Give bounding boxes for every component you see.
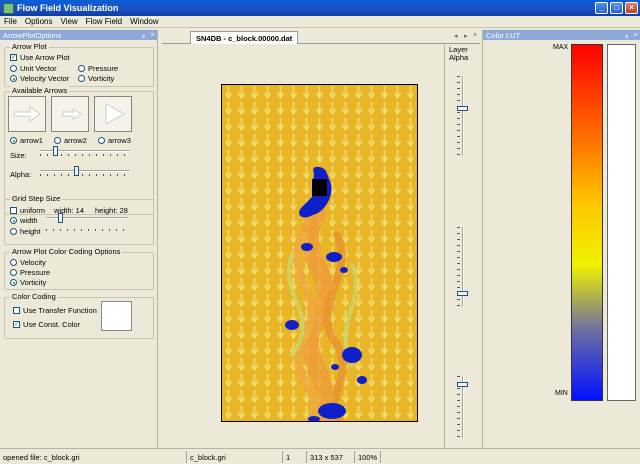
- radio-height[interactable]: height: [10, 227, 40, 236]
- panel-header: ArrowPlotOptions ᵩ ×: [0, 30, 157, 40]
- size-slider[interactable]: [40, 146, 130, 158]
- layer-alpha-slider-1[interactable]: [457, 76, 469, 156]
- visualization-canvas-area: [162, 44, 442, 448]
- status-message: opened file: c_block.gri: [3, 452, 80, 462]
- use-transfer-function-checkbox[interactable]: Use Transfer Function: [13, 306, 97, 315]
- flow-field-view[interactable]: [221, 84, 418, 422]
- close-icon[interactable]: ×: [148, 32, 157, 39]
- pin-icon[interactable]: ᵩ: [139, 32, 148, 39]
- panel-title: Color LUT: [486, 30, 521, 40]
- layer-alpha-panel: Layer Alpha: [444, 44, 480, 448]
- app-icon: [3, 2, 14, 14]
- status-index: 1: [282, 451, 290, 463]
- radio-color-pressure[interactable]: Pressure: [10, 268, 50, 277]
- arrow3-preview[interactable]: [94, 96, 132, 132]
- menu-options[interactable]: Options: [25, 17, 53, 26]
- menu-bar: File Options View Flow Field Window: [0, 16, 640, 28]
- menu-file[interactable]: File: [4, 17, 17, 26]
- status-dimensions: 313 x 537: [306, 451, 343, 463]
- radio-pressure[interactable]: Pressure: [78, 64, 118, 73]
- flow-field-render: [222, 85, 417, 421]
- panel-title: ArrowPlotOptions: [3, 30, 62, 40]
- radio-velocity-vector[interactable]: Velocity Vector: [10, 74, 69, 83]
- radio-arrow3[interactable]: arrow3: [98, 136, 131, 145]
- panel-header: Color LUT ᵩ ×: [483, 30, 640, 40]
- color-lut-panel: Color LUT ᵩ × MAX MIN: [482, 30, 640, 448]
- alpha-label: Alpha: [449, 53, 469, 62]
- slider-thumb[interactable]: [457, 106, 468, 111]
- arrow-icon: [13, 106, 41, 122]
- slider-thumb[interactable]: [457, 290, 468, 296]
- alpha-slider[interactable]: [40, 166, 130, 178]
- alpha-label: Alpha:: [10, 170, 32, 179]
- arrow-icon: [105, 103, 126, 125]
- pin-icon[interactable]: ᵩ: [622, 32, 631, 39]
- lut-min-label: MIN: [555, 390, 568, 397]
- tab-scroll-left-icon[interactable]: ◂: [454, 32, 458, 40]
- status-file: c_block.gri: [186, 451, 226, 463]
- menu-window[interactable]: Window: [130, 17, 158, 26]
- slider-thumb[interactable]: [457, 381, 468, 387]
- close-button[interactable]: ×: [625, 2, 638, 14]
- arrow1-preview[interactable]: [8, 96, 46, 132]
- status-zoom: 100%: [354, 451, 377, 463]
- group-title: Arrow Plot: [10, 42, 49, 51]
- radio-width[interactable]: width: [10, 216, 38, 225]
- status-bar: opened file: c_block.gri c_block.gri 1 3…: [0, 448, 640, 464]
- status-empty: [380, 451, 640, 463]
- layer-alpha-slider-3[interactable]: [457, 376, 469, 438]
- minimize-button[interactable]: _: [595, 2, 608, 14]
- tab-scroll-right-icon[interactable]: ▸: [464, 32, 468, 40]
- group-title: Arrow Plot Color Coding Options: [10, 247, 123, 256]
- menu-flow-field[interactable]: Flow Field: [86, 17, 122, 26]
- radio-arrow2[interactable]: arrow2: [54, 136, 87, 145]
- color-lut-gradient[interactable]: [571, 44, 603, 401]
- document-tabbar: SN4DB - c_block.00000.dat ◂ ▸ ×: [162, 30, 480, 44]
- size-label: Size:: [10, 151, 27, 160]
- obstacle-block: [312, 179, 327, 196]
- document-area: SN4DB - c_block.00000.dat ◂ ▸ × Layer Al…: [162, 30, 480, 448]
- radio-unit-vector[interactable]: Unit Vector: [10, 64, 57, 73]
- slider-thumb[interactable]: [74, 166, 79, 176]
- close-icon[interactable]: ×: [631, 32, 640, 39]
- arrow-icon: [62, 108, 82, 120]
- tab-close-icon[interactable]: ×: [473, 32, 477, 39]
- group-title: Color Coding: [10, 292, 58, 301]
- grid-step-height-slider[interactable]: [46, 224, 128, 236]
- tab-c-block[interactable]: SN4DB - c_block.00000.dat: [190, 31, 299, 44]
- group-title: Grid Step Size: [10, 194, 63, 203]
- menu-view[interactable]: View: [60, 17, 77, 26]
- slider-thumb[interactable]: [57, 213, 63, 223]
- slider-thumb[interactable]: [52, 146, 58, 156]
- use-const-color-checkbox[interactable]: ✓ Use Const. Color: [13, 320, 80, 329]
- window-title: Flow Field Visualization: [17, 3, 119, 13]
- radio-vorticity[interactable]: Vorticity: [78, 74, 114, 83]
- arrow-plot-options-panel: ArrowPlotOptions ᵩ × Arrow Plot ✓ Use Ar…: [0, 30, 158, 448]
- use-arrow-plot-checkbox[interactable]: ✓ Use Arrow Plot: [10, 53, 70, 62]
- uniform-checkbox[interactable]: uniform: [10, 206, 45, 215]
- radio-color-velocity[interactable]: Velocity: [10, 258, 46, 267]
- checkmark-icon: ✓: [13, 321, 20, 328]
- maximize-button[interactable]: □: [610, 2, 623, 14]
- const-color-swatch[interactable]: [101, 301, 132, 331]
- lut-transfer-area[interactable]: [607, 44, 636, 401]
- lut-max-label: MAX: [553, 44, 569, 51]
- title-bar: Flow Field Visualization _ □ ×: [0, 0, 640, 16]
- radio-arrow1[interactable]: arrow1: [10, 136, 43, 145]
- layer-alpha-slider-2[interactable]: [457, 227, 469, 307]
- checkmark-icon: ✓: [10, 54, 17, 61]
- radio-color-vorticity[interactable]: Vorticity: [10, 278, 46, 287]
- group-title: Available Arrows: [10, 86, 70, 95]
- arrow2-preview[interactable]: [51, 96, 89, 132]
